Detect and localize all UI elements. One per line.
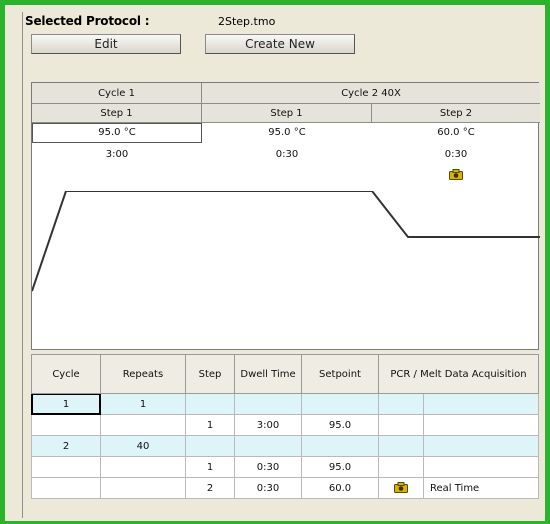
table-row[interactable]: 2 40 — [31, 435, 539, 457]
table-row[interactable]: 1 1 — [31, 393, 539, 415]
cell-camera[interactable] — [378, 456, 424, 478]
cycle-header-2: Cycle 2 40X — [202, 83, 540, 104]
col-header-repeats[interactable]: Repeats — [100, 354, 186, 394]
cell-cycle[interactable]: 2 — [31, 435, 101, 457]
cell-acquisition[interactable] — [423, 414, 539, 436]
col-header-cycle[interactable]: Cycle — [31, 354, 101, 394]
cell-repeats[interactable]: 40 — [100, 435, 186, 457]
camera-icon — [394, 482, 408, 494]
cell-repeats[interactable] — [100, 414, 186, 436]
cell-setpoint[interactable] — [301, 393, 379, 415]
cell-dwell[interactable]: 0:30 — [234, 456, 302, 478]
cell-cycle[interactable] — [31, 456, 101, 478]
cell-acquisition[interactable] — [423, 393, 539, 415]
camera-icon — [449, 169, 463, 180]
table-row[interactable]: 1 0:30 95.0 — [31, 456, 539, 478]
cell-step[interactable] — [185, 393, 235, 415]
step-header-c2s2: Step 2 — [372, 104, 540, 123]
cell-camera[interactable] — [378, 435, 424, 457]
edit-button[interactable]: Edit — [31, 34, 181, 54]
cell-setpoint[interactable] — [301, 435, 379, 457]
step-header-c2s1: Step 1 — [202, 104, 372, 123]
cell-acquisition[interactable] — [423, 456, 539, 478]
cell-acquisition[interactable] — [423, 435, 539, 457]
cell-camera[interactable] — [378, 477, 424, 499]
col-header-acquisition[interactable]: PCR / Melt Data Acquisition — [378, 354, 539, 394]
table-row[interactable]: 2 0:30 60.0 Real Time — [31, 477, 539, 499]
cell-dwell[interactable] — [234, 393, 302, 415]
step-temp-c2s1[interactable]: 95.0 °C — [202, 127, 372, 138]
temperature-profile-graph — [32, 191, 540, 292]
cell-cycle[interactable] — [31, 414, 101, 436]
cell-step[interactable]: 1 — [185, 414, 235, 436]
protocol-filename: 2Step.tmo — [218, 15, 276, 28]
protocol-window: Selected Protocol : 2Step.tmo Edit Creat… — [22, 12, 540, 518]
cell-cycle[interactable]: 1 — [31, 393, 101, 415]
protocol-table: Cycle Repeats Step Dwell Time Setpoint P… — [31, 354, 539, 499]
step-temp-c2s2[interactable]: 60.0 °C — [372, 127, 540, 138]
col-header-setpoint[interactable]: Setpoint — [301, 354, 379, 394]
step-header-c1s1: Step 1 — [32, 104, 202, 123]
cell-dwell[interactable] — [234, 435, 302, 457]
cell-dwell[interactable]: 0:30 — [234, 477, 302, 499]
cycle-header-1: Cycle 1 — [32, 83, 202, 104]
col-header-dwell-time[interactable]: Dwell Time — [234, 354, 302, 394]
cell-setpoint[interactable]: 95.0 — [301, 414, 379, 436]
protocol-profile-panel: Cycle 1 Cycle 2 40X Step 1 Step 1 Step 2… — [31, 82, 540, 350]
step-time-c2s1[interactable]: 0:30 — [202, 149, 372, 160]
cell-repeats[interactable]: 1 — [100, 393, 186, 415]
cell-step[interactable]: 2 — [185, 477, 235, 499]
cell-camera[interactable] — [378, 414, 424, 436]
cell-dwell[interactable]: 3:00 — [234, 414, 302, 436]
cell-setpoint[interactable]: 95.0 — [301, 456, 379, 478]
cell-cycle[interactable] — [31, 477, 101, 499]
col-header-step[interactable]: Step — [185, 354, 235, 394]
step-time-c2s2[interactable]: 0:30 — [372, 149, 540, 160]
cell-camera[interactable] — [378, 393, 424, 415]
cell-step[interactable]: 1 — [185, 456, 235, 478]
table-row[interactable]: 1 3:00 95.0 — [31, 414, 539, 436]
cell-repeats[interactable] — [100, 456, 186, 478]
create-new-button[interactable]: Create New — [205, 34, 355, 54]
cell-step[interactable] — [185, 435, 235, 457]
cell-repeats[interactable] — [100, 477, 186, 499]
step-time-c1s1[interactable]: 3:00 — [32, 149, 202, 160]
cell-setpoint[interactable]: 60.0 — [301, 477, 379, 499]
selected-protocol-label: Selected Protocol : — [25, 14, 150, 28]
temperature-profile-line — [32, 191, 540, 292]
step-temp-c1s1[interactable]: 95.0 °C — [32, 127, 202, 138]
cell-acquisition[interactable]: Real Time — [423, 477, 539, 499]
